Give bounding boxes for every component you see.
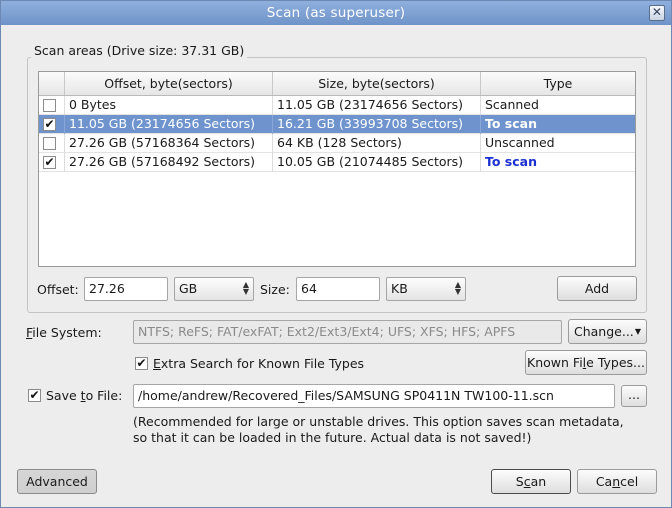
table-row[interactable]: ✔ 11.05 GB (23174656 Sectors) 16.21 GB (33…: [39, 115, 635, 134]
row-size-cell: 10.05 GB (21074485 Sectors): [273, 153, 481, 172]
extra-search-mnemonic: E: [153, 356, 161, 371]
offset-unit-select[interactable]: GB ▲ ▼: [174, 277, 254, 301]
scan-dialog: Scan (as superuser) ✕ Scan areas (Drive …: [0, 0, 672, 508]
row-type-cell: To scan: [485, 154, 537, 169]
known-types-label-pre: Known Fi: [527, 355, 583, 370]
header-type[interactable]: Type: [481, 72, 635, 95]
file-system-field: NTFS; ReFS; FAT/exFAT; Ext2/Ext3/Ext4; U…: [133, 320, 562, 344]
row-type-cell: Scanned: [485, 97, 539, 112]
window-title: Scan (as superuser): [266, 5, 406, 21]
row-checkbox-cell: ✔: [39, 115, 65, 134]
size-unit-value: KB: [391, 281, 408, 296]
scan-button[interactable]: Scan: [491, 469, 571, 494]
known-types-label-post: e Types...: [586, 355, 645, 370]
row-checkbox-cell: ✔: [39, 153, 65, 172]
scan-areas-table: Offset, byte(sectors) Size, byte(sectors…: [38, 71, 636, 267]
row-checkbox-cell: [39, 96, 65, 115]
offset-unit-value: GB: [179, 281, 198, 296]
spin-arrows-icon: ▲ ▼: [454, 280, 461, 296]
browse-button[interactable]: ...: [621, 385, 647, 407]
change-file-system-button[interactable]: Change... ▼: [568, 319, 647, 344]
table-header: Offset, byte(sectors) Size, byte(sectors…: [39, 72, 635, 96]
cancel-label-pre: Ca: [595, 474, 613, 489]
row-type-cell: Unscanned: [485, 135, 555, 150]
save-note-line-2: so that it can be loaded in the future. …: [133, 430, 532, 445]
scan-label-mnemonic: c: [523, 474, 531, 489]
header-offset[interactable]: Offset, byte(sectors): [65, 72, 273, 95]
known-file-types-button[interactable]: Known File Types...: [525, 350, 647, 375]
extra-search-label-rest: xtra Search for Known File Types: [160, 356, 365, 371]
dropdown-arrow-icon: ▼: [634, 327, 641, 336]
extra-search-label[interactable]: Extra Search for Known File Types: [153, 356, 364, 371]
scan-label-post: an: [530, 474, 547, 489]
row-offset-cell: 27.26 GB (57168364 Sectors): [65, 134, 273, 153]
row-size-cell: 64 KB (128 Sectors): [273, 134, 481, 153]
cancel-label-post: cel: [620, 474, 639, 489]
size-label: Size:: [260, 282, 290, 297]
row-checkbox-cell: [39, 134, 65, 153]
row-size-cell: 16.21 GB (33993708 Sectors): [273, 115, 481, 134]
header-checkbox-column[interactable]: [39, 72, 65, 95]
row-size-cell: 11.05 GB (23174656 Sectors): [273, 96, 481, 115]
advanced-button[interactable]: Advanced: [17, 469, 97, 494]
spin-arrows-icon: ▲ ▼: [242, 280, 249, 296]
save-path-input[interactable]: /home/andrew/Recovered_Files/SAMSUNG SP0…: [133, 384, 615, 408]
row-checkbox[interactable]: [43, 137, 56, 150]
offset-label: Offset:: [37, 282, 79, 297]
table-row[interactable]: 27.26 GB (57168364 Sectors) 64 KB (128 Se…: [39, 134, 635, 153]
file-system-label: File System:: [26, 325, 102, 340]
row-type-cell: To scan: [485, 116, 537, 131]
scan-areas-title: Scan areas (Drive size: 37.31 GB): [31, 43, 248, 58]
save-note-line-1: (Recommended for large or unstable drive…: [133, 414, 624, 429]
save-to-file-label[interactable]: Save to File:: [46, 388, 122, 403]
row-checkbox[interactable]: ✔: [43, 118, 56, 131]
offset-input[interactable]: 27.26: [84, 277, 168, 301]
header-size[interactable]: Size, byte(sectors): [273, 72, 481, 95]
table-row[interactable]: 0 Bytes 11.05 GB (23174656 Sectors) Scanne…: [39, 96, 635, 115]
extra-search-checkbox[interactable]: ✔: [135, 357, 148, 370]
row-checkbox[interactable]: ✔: [43, 156, 56, 169]
save-note: (Recommended for large or unstable drive…: [133, 414, 624, 446]
row-offset-cell: 0 Bytes: [65, 96, 273, 115]
cancel-button[interactable]: Cancel: [577, 469, 657, 494]
size-unit-select[interactable]: KB ▲ ▼: [386, 277, 466, 301]
scan-label-pre: S: [515, 474, 524, 489]
title-bar[interactable]: Scan (as superuser) ✕: [1, 1, 671, 25]
table-row[interactable]: ✔ 27.26 GB (57168492 Sectors) 10.05 GB (21…: [39, 153, 635, 172]
save-label-post: o File:: [85, 388, 123, 403]
close-icon[interactable]: ✕: [649, 5, 665, 21]
row-offset-cell: 27.26 GB (57168492 Sectors): [65, 153, 273, 172]
save-label-pre: Save: [46, 388, 81, 403]
add-button[interactable]: Add: [557, 276, 637, 301]
change-button-label: Change...: [574, 324, 634, 339]
row-checkbox[interactable]: [43, 99, 56, 112]
cancel-label-mnemonic: n: [612, 474, 621, 489]
row-offset-cell: 11.05 GB (23174656 Sectors): [65, 115, 273, 134]
save-to-file-checkbox[interactable]: ✔: [28, 389, 41, 402]
file-system-label-rest: ile System:: [32, 325, 102, 340]
size-input[interactable]: 64: [296, 277, 380, 301]
